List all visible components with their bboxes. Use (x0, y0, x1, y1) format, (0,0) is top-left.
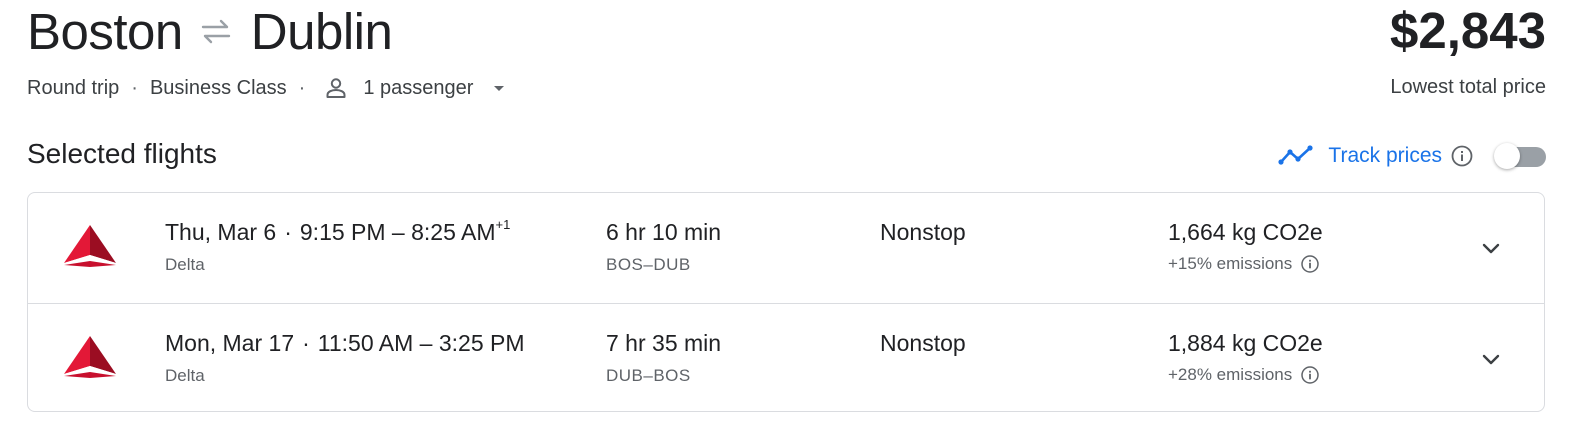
track-prices-label[interactable]: Track prices (1328, 144, 1442, 168)
depart-time: 11:50 AM (317, 330, 414, 356)
total-price: $2,843 (1390, 2, 1546, 59)
flight-times: Mon, Mar 17 · 11:50 AM – 3:25 PM (165, 330, 525, 356)
emissions-comparison: +15% emissions (1168, 254, 1320, 274)
depart-time: 9:15 PM (299, 219, 386, 245)
destination-city: Dublin (250, 2, 393, 60)
dropdown-caret-icon (487, 76, 511, 100)
delta-logo-icon (62, 223, 118, 269)
co2-amount: 1,664 kg CO2e (1168, 219, 1323, 245)
emissions-label: +28% emissions (1168, 365, 1293, 384)
separator-dot: · (131, 76, 138, 99)
airport-codes: BOS–DUB (606, 255, 691, 274)
flight-duration: 6 hr 10 min (606, 219, 722, 245)
trip-type: Round trip (27, 76, 120, 99)
co2-amount: 1,884 kg CO2e (1168, 330, 1323, 356)
chevron-down-icon[interactable] (1476, 233, 1506, 263)
info-icon[interactable] (1300, 254, 1320, 274)
airport-codes: DUB–BOS (606, 366, 691, 385)
cabin-class: Business Class (149, 76, 287, 99)
flight-times: Thu, Mar 6 · 9:15 PM – 8:25 AM+1 (165, 217, 511, 245)
person-icon (323, 75, 349, 101)
selected-flights-card: Thu, Mar 6 · 9:15 PM – 8:25 AM+1 Delta 6 h… (27, 192, 1545, 412)
price-note: Lowest total price (1390, 76, 1546, 98)
track-prices-toggle[interactable] (1494, 143, 1546, 169)
chevron-down-icon[interactable] (1476, 344, 1506, 374)
info-icon[interactable] (1450, 144, 1474, 168)
flight-date: Thu, Mar 6 (165, 219, 277, 245)
swap-arrows-icon (199, 16, 233, 46)
flight-duration: 7 hr 35 min (606, 330, 722, 356)
day-offset: +1 (495, 217, 511, 233)
arrive-time: 8:25 AM (411, 219, 496, 245)
section-title: Selected flights (27, 138, 217, 169)
passenger-count: 1 passenger (363, 76, 474, 99)
airline-name: Delta (165, 255, 205, 274)
toggle-knob (1494, 143, 1520, 169)
flight-date: Mon, Mar 17 (165, 330, 295, 356)
airline-name: Delta (165, 366, 205, 385)
track-prices: Track prices (1278, 138, 1546, 174)
stops: Nonstop (880, 330, 966, 356)
stops: Nonstop (880, 219, 966, 245)
separator-dot: · (298, 76, 306, 99)
emissions-comparison: +28% emissions (1168, 365, 1320, 385)
arrive-time: 3:25 PM (438, 330, 525, 356)
trend-line-icon (1278, 144, 1314, 168)
origin-city: Boston (27, 2, 183, 60)
info-icon[interactable] (1300, 365, 1320, 385)
flight-row[interactable]: Mon, Mar 17 · 11:50 AM – 3:25 PM Delta 7 h… (28, 303, 1544, 414)
flight-row[interactable]: Thu, Mar 6 · 9:15 PM – 8:25 AM+1 Delta 6 h… (28, 193, 1544, 303)
emissions-label: +15% emissions (1168, 254, 1293, 273)
route-title: Boston Dublin (27, 2, 393, 60)
trip-meta: Round trip · Business Class · 1 passenge… (27, 74, 511, 102)
delta-logo-icon (62, 334, 118, 380)
passenger-selector[interactable]: 1 passenger (317, 75, 511, 101)
